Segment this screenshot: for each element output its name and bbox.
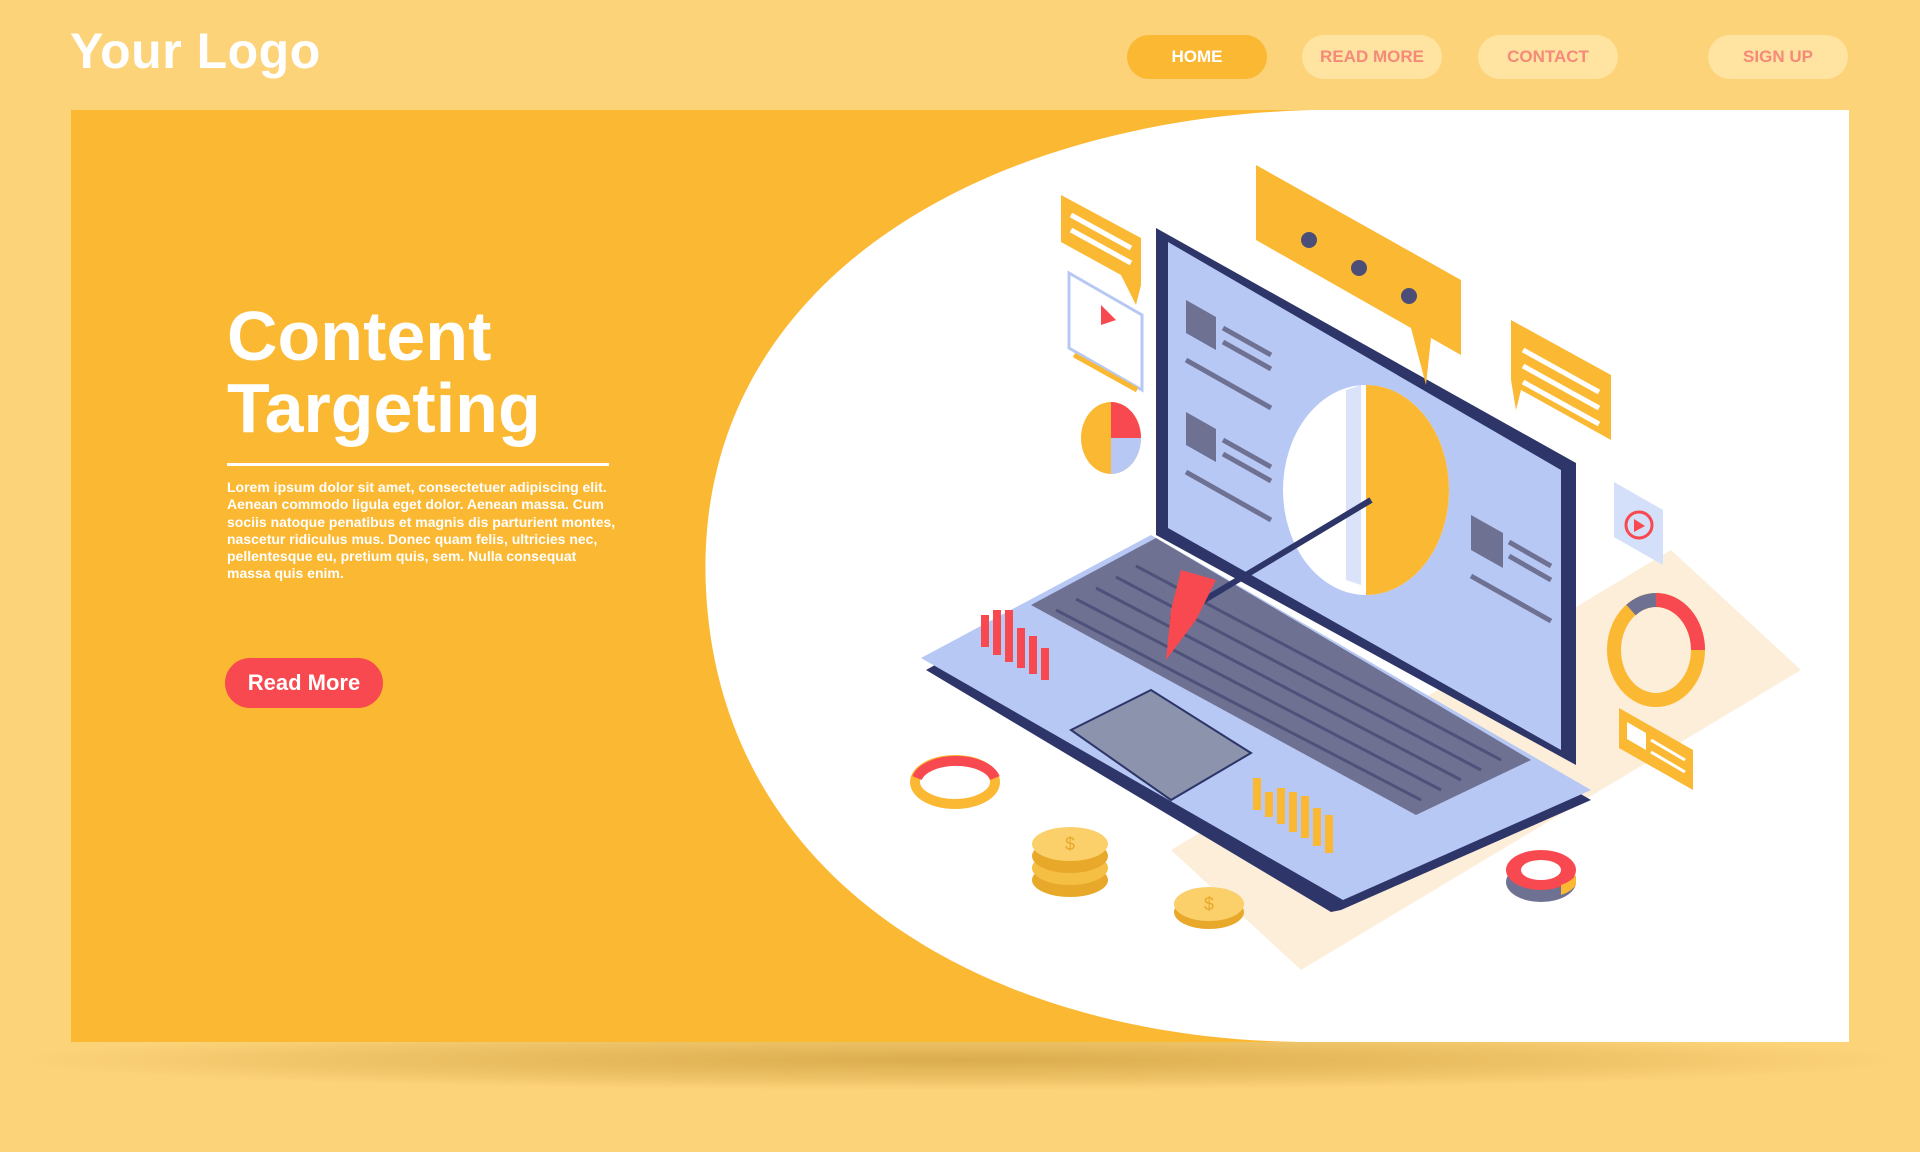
- segmented-ring-icon: [1506, 850, 1576, 902]
- pie-chart-icon: [1081, 402, 1141, 474]
- chat-bubble-right-icon: [1511, 320, 1611, 440]
- laptop-targeting-illustration: $ $: [910, 165, 1801, 970]
- nav-read-more-button[interactable]: READ MORE: [1302, 35, 1442, 79]
- svg-text:$: $: [1065, 834, 1075, 854]
- nav-sign-up-button[interactable]: SIGN UP: [1708, 35, 1848, 79]
- nav-home-button[interactable]: HOME: [1127, 35, 1267, 79]
- coin-stack-icon: $: [1032, 827, 1108, 897]
- coin-icon: $: [1174, 887, 1244, 929]
- svg-text:$: $: [1204, 894, 1214, 914]
- play-card-icon: [1614, 482, 1663, 565]
- nav-contact-button[interactable]: CONTACT: [1478, 35, 1618, 79]
- ring-chart-icon: [910, 755, 1000, 809]
- hero-section: Content Targeting Lorem ipsum dolor sit …: [71, 110, 1849, 1042]
- logo[interactable]: Your Logo: [70, 22, 321, 80]
